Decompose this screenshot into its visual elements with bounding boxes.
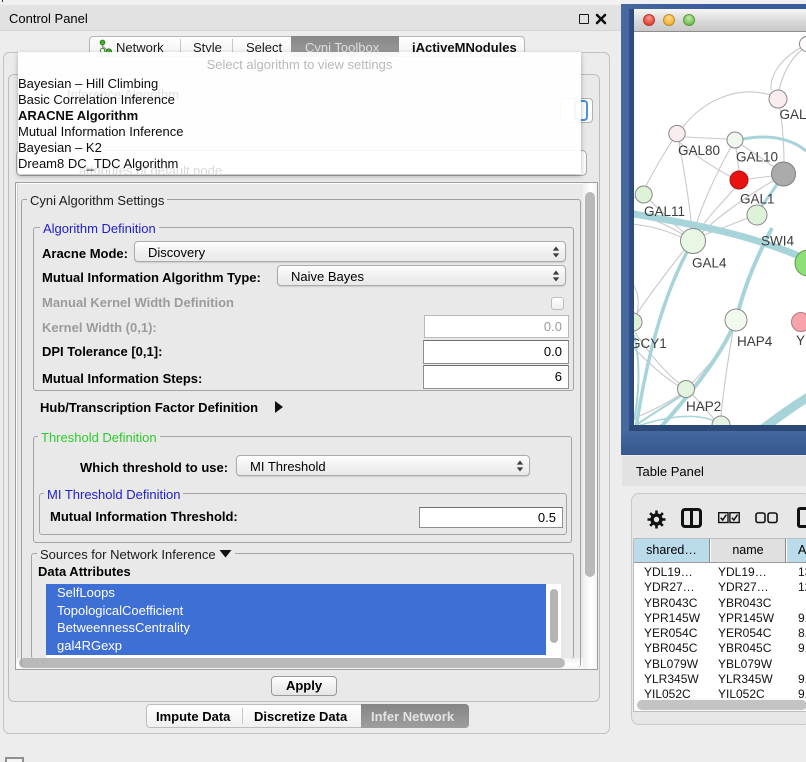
svg-text:GAL10: GAL10 xyxy=(736,150,778,165)
svg-text:GAL7: GAL7 xyxy=(780,107,806,122)
svg-text:GAL1: GAL1 xyxy=(740,192,775,207)
svg-text:HAP2: HAP2 xyxy=(686,399,721,414)
svg-text:GAL11: GAL11 xyxy=(644,204,685,219)
svg-text:GAL4: GAL4 xyxy=(692,256,727,271)
svg-text:HAP4: HAP4 xyxy=(737,334,773,349)
svg-text:GCY1: GCY1 xyxy=(634,336,667,351)
svg-text:YP: YP xyxy=(796,333,806,348)
svg-text:SWI4: SWI4 xyxy=(761,234,794,249)
svg-text:GAL80: GAL80 xyxy=(678,143,720,158)
